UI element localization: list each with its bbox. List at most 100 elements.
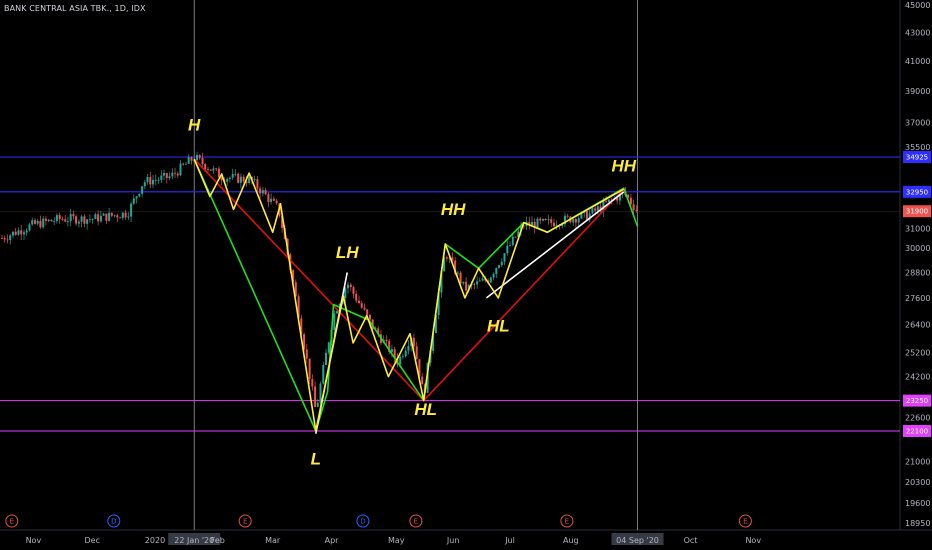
candle-body — [116, 215, 119, 218]
candle-body — [53, 221, 56, 222]
candle-body — [264, 190, 267, 195]
candle-body — [141, 186, 144, 194]
candle-body — [154, 179, 157, 181]
candle-body — [64, 219, 67, 222]
candle-body — [86, 219, 89, 224]
candle-body — [253, 179, 256, 181]
candle-body — [176, 173, 179, 176]
candle-body — [325, 352, 327, 365]
candle-body — [259, 188, 262, 194]
candle-body — [632, 204, 635, 210]
event-symbol: E — [10, 518, 14, 526]
candle-body — [55, 215, 58, 222]
candle-body — [495, 267, 498, 274]
y-tick-label: 24200 — [905, 373, 930, 382]
candle-body — [465, 281, 468, 291]
candle-body — [509, 245, 511, 246]
candle-body — [179, 163, 182, 176]
candle-body — [97, 214, 100, 222]
candle-body — [61, 219, 64, 220]
event-symbol: E — [565, 518, 569, 526]
candle-body — [228, 177, 231, 179]
x-tick-label: May — [388, 536, 405, 545]
candle-body — [506, 245, 509, 254]
pattern-label: HH — [612, 156, 637, 175]
x-tick-label: Dec — [84, 536, 99, 545]
x-tick-label: Mar — [265, 536, 281, 545]
candle-body — [349, 284, 352, 288]
candle-body — [369, 314, 371, 320]
candle-body — [542, 219, 544, 221]
candle-body — [347, 284, 349, 289]
candle-body — [130, 203, 133, 217]
candle-body — [492, 273, 495, 278]
candle-body — [157, 179, 160, 181]
price-chart[interactable]: 45000 43000 41000 39000 37000 35500 34925 32950… — [0, 0, 932, 550]
level-tag-label: 34925 — [906, 154, 928, 162]
level-tag-label: 22100 — [906, 428, 928, 436]
x-tick-label: 2020 — [145, 536, 165, 545]
x-tick-label: Feb — [211, 536, 225, 545]
candle-body — [421, 376, 424, 385]
y-tick-label: 45000 — [905, 1, 930, 10]
y-tick-label: 20300 — [905, 478, 930, 487]
candle-body — [242, 176, 245, 182]
candle-body — [267, 194, 270, 202]
candle-body — [196, 155, 198, 161]
y-tick-label: 39000 — [905, 87, 930, 96]
candle-body — [88, 219, 91, 220]
candle-body — [476, 281, 479, 285]
candle-body — [358, 300, 360, 304]
candle-body — [270, 198, 273, 202]
candle-body — [44, 218, 47, 221]
y-tick-label: 41000 — [905, 57, 930, 66]
x-tick-label: Apr — [325, 536, 340, 545]
y-tick-label: 35500 — [905, 143, 930, 152]
event-symbol: D — [360, 518, 365, 526]
candle-body — [547, 219, 550, 221]
pattern-label: L — [311, 449, 321, 468]
x-tick-label: Nov — [26, 536, 42, 545]
candle-body — [585, 211, 588, 220]
candle-body — [50, 219, 53, 222]
candle-body — [473, 284, 476, 286]
candle-body — [366, 309, 369, 315]
y-tick-label: 28800 — [905, 269, 930, 278]
candle-body — [72, 214, 75, 217]
candle-body — [80, 216, 83, 222]
candle-body — [91, 219, 94, 220]
candle-body — [110, 212, 113, 216]
candle-body — [629, 197, 632, 205]
x-tick-label: Oct — [684, 536, 698, 545]
candle-body — [261, 190, 264, 194]
candle-body — [168, 176, 171, 178]
candle-body — [360, 303, 363, 308]
candle-body — [23, 232, 25, 235]
candle-body — [459, 272, 462, 284]
event-symbol: D — [111, 518, 116, 526]
candle-body — [1, 238, 3, 239]
candle-body — [201, 157, 204, 164]
candle-body — [445, 257, 448, 259]
candle-body — [336, 311, 338, 314]
y-tick-label: 25200 — [905, 348, 930, 357]
candle-body — [456, 272, 459, 274]
pattern-label: HH — [441, 200, 466, 219]
candle-body — [305, 349, 308, 359]
candle-body — [160, 175, 163, 180]
candle-body — [209, 169, 212, 171]
event-symbol: E — [243, 518, 247, 526]
candle-body — [248, 177, 251, 183]
candle-body — [503, 253, 506, 262]
candle-body — [42, 218, 45, 228]
candle-body — [187, 157, 190, 164]
candle-body — [20, 230, 23, 235]
candle-body — [105, 213, 108, 221]
candle-body — [316, 402, 319, 407]
last-price-label: 31900 — [906, 208, 928, 216]
candle-body — [146, 177, 149, 183]
candle-body — [3, 238, 6, 240]
candle-body — [25, 230, 28, 233]
candle-body — [163, 173, 165, 176]
candle-body — [308, 358, 311, 379]
